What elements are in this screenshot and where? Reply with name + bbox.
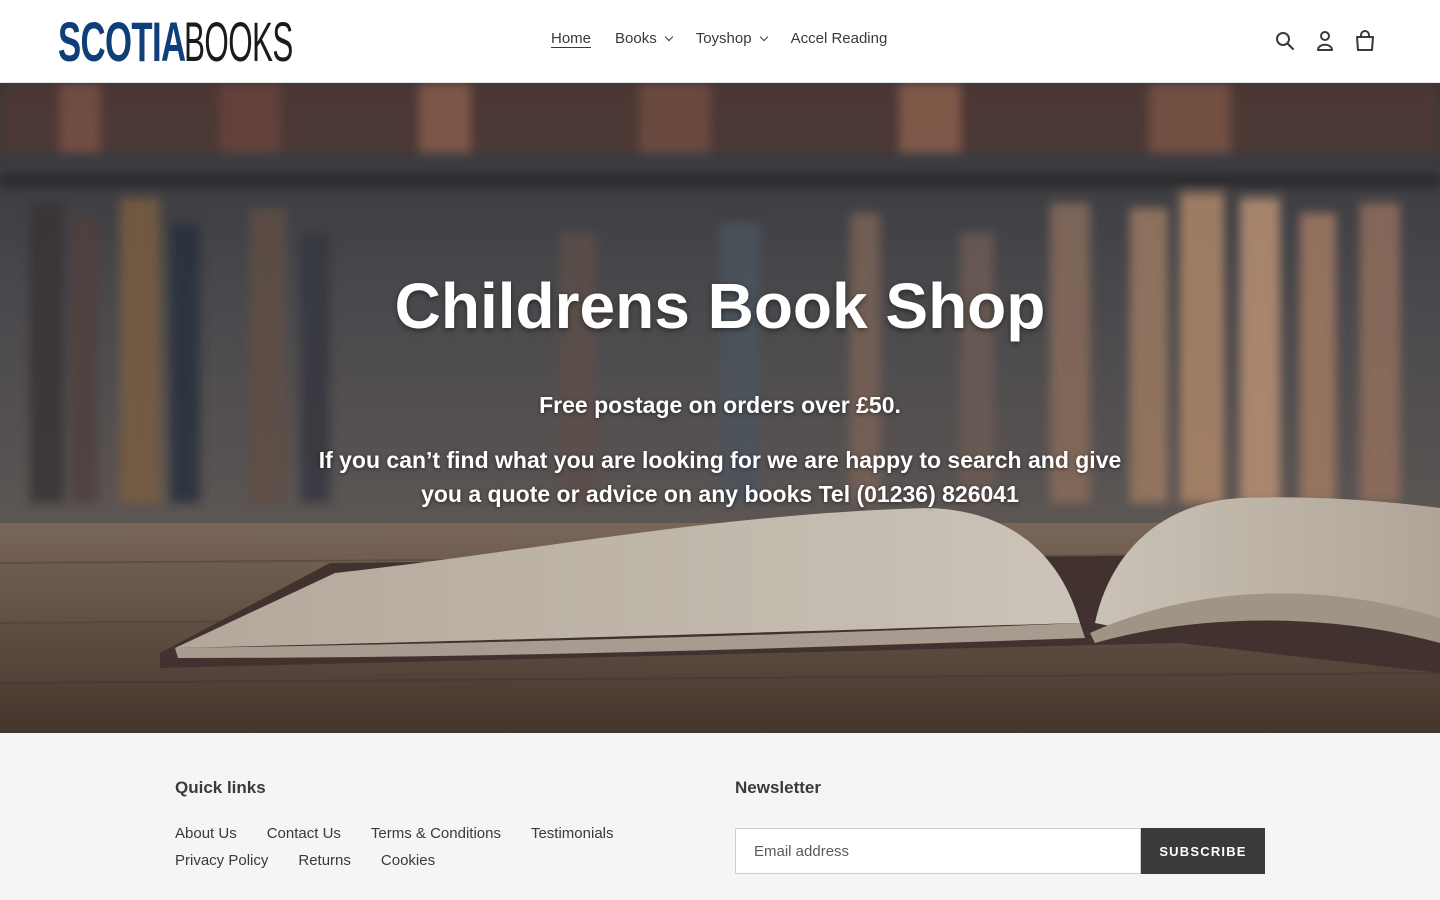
- nav-item-accel-reading[interactable]: Accel Reading: [791, 30, 888, 47]
- hero-text: Childrens Book Shop Free postage on orde…: [0, 83, 1440, 733]
- logo-scotia-text: SCOTIA: [58, 10, 186, 73]
- footer-link-about-us[interactable]: About Us: [175, 825, 237, 843]
- hero-free-postage-text: Free postage on orders over £50.: [539, 392, 901, 418]
- newsletter-form: SUBSCRIBE: [735, 828, 1265, 874]
- hero-title: Childrens Book Shop: [394, 270, 1046, 342]
- footer-link-cookies[interactable]: Cookies: [381, 852, 435, 870]
- logo-books-text: BOOKS: [183, 10, 293, 73]
- site-footer: Quick links About Us Contact Us Terms & …: [0, 733, 1440, 900]
- site-logo[interactable]: SCOTIA BOOKS: [58, 10, 378, 73]
- nav-item-label: Books: [615, 30, 657, 47]
- nav-item-label: Accel Reading: [790, 30, 888, 47]
- footer-link-privacy-policy[interactable]: Privacy Policy: [175, 852, 268, 870]
- footer-link-contact-us[interactable]: Contact Us: [267, 825, 341, 843]
- hero-banner: Childrens Book Shop Free postage on orde…: [0, 83, 1440, 733]
- header-icons: [1256, 30, 1376, 52]
- nav-item-label: Home: [551, 30, 592, 47]
- footer-link-testimonials[interactable]: Testimonials: [531, 825, 614, 843]
- footer-link-returns[interactable]: Returns: [298, 852, 351, 870]
- quick-links-list: About Us Contact Us Terms & Conditions T…: [175, 825, 695, 870]
- footer-link-terms-conditions[interactable]: Terms & Conditions: [371, 825, 501, 843]
- nav-item-toyshop[interactable]: Toyshop: [695, 30, 768, 47]
- site-header: SCOTIA BOOKS Home Books Toyshop Accel Re…: [0, 0, 1440, 83]
- cart-icon[interactable]: [1354, 30, 1376, 52]
- nav-item-home[interactable]: Home: [551, 30, 591, 47]
- chevron-down-icon: [664, 32, 673, 42]
- chevron-down-icon: [759, 32, 768, 42]
- nav-item-books[interactable]: Books: [615, 30, 673, 47]
- newsletter-email-input[interactable]: [735, 828, 1141, 874]
- quick-links-heading: Quick links: [175, 778, 266, 797]
- newsletter-heading: Newsletter: [735, 778, 821, 797]
- nav-item-label: Toyshop: [695, 30, 752, 47]
- account-icon[interactable]: [1314, 30, 1336, 52]
- search-icon[interactable]: [1274, 30, 1296, 52]
- main-nav: Home Books Toyshop Accel Reading: [551, 30, 911, 47]
- subscribe-button[interactable]: SUBSCRIBE: [1141, 828, 1265, 874]
- hero-search-quote-text: If you can’t find what you are looking f…: [318, 447, 1122, 507]
